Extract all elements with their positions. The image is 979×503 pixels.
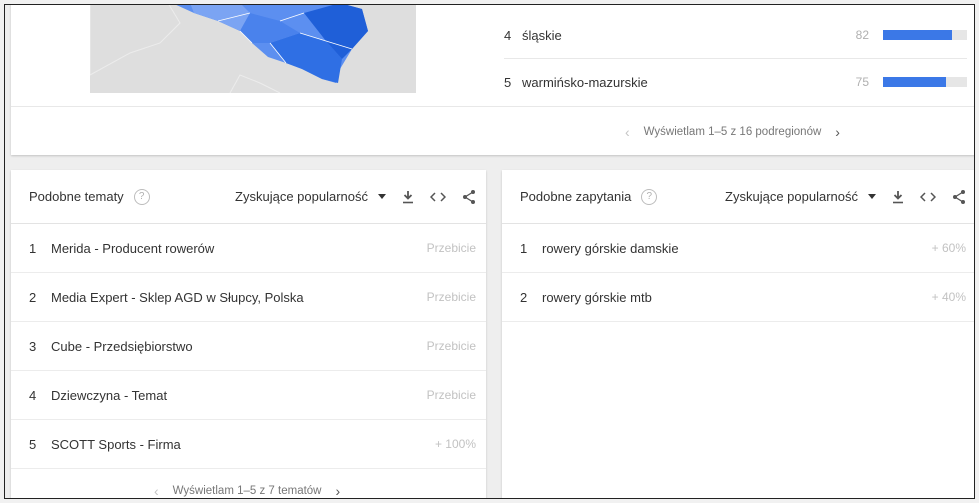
sort-dropdown[interactable]: Zyskujące popularność [235, 189, 386, 204]
item-label: rowery górskie mtb [542, 289, 652, 305]
map-graphic [90, 5, 368, 93]
region-row[interactable]: 5 warmińsko-mazurskie 75 [504, 59, 967, 105]
chevron-right-icon[interactable]: › [335, 484, 340, 498]
item-metric: + 40% [931, 290, 966, 304]
item-label: Media Expert - Sklep AGD w Słupcy, Polsk… [51, 289, 304, 305]
help-icon[interactable]: ? [641, 188, 658, 205]
list-item[interactable]: 5 SCOTT Sports - Firma + 100% [11, 420, 486, 469]
item-label: SCOTT Sports - Firma [51, 436, 181, 452]
region-row[interactable]: 4 śląskie 82 [504, 12, 967, 58]
item-label: rowery górskie damskie [542, 240, 679, 256]
item-rank: 2 [29, 289, 37, 305]
subregion-pager: ‹ Wyświetlam 1–5 z 16 podregionów › [625, 125, 840, 139]
card-title: Podobne tematy [29, 189, 124, 204]
sort-dropdown[interactable]: Zyskujące popularność [725, 189, 876, 204]
divider [11, 106, 974, 107]
page-frame: 4 śląskie 82 5 warmińsko-mazurskie 75 ‹ … [4, 4, 975, 499]
item-rank: 5 [29, 436, 37, 452]
pager-text: Wyświetlam 1–5 z 7 tematów [172, 485, 322, 497]
item-rank: 2 [520, 289, 528, 305]
list-item[interactable]: 2 Media Expert - Sklep AGD w Słupcy, Pol… [11, 273, 486, 322]
share-icon[interactable] [462, 189, 476, 205]
region-bar-fill [883, 77, 946, 87]
chevron-left-icon[interactable]: ‹ [625, 125, 630, 139]
list-item[interactable]: 2 rowery górskie mtb + 40% [502, 273, 974, 322]
list-item[interactable]: 1 rowery górskie damskie + 60% [502, 224, 974, 273]
region-map[interactable] [90, 5, 416, 93]
pager-text: Wyświetlam 1–5 z 16 podregionów [643, 126, 822, 138]
dropdown-arrow-icon [378, 194, 386, 199]
region-bar [883, 30, 967, 40]
list-item[interactable]: 3 Cube - Przedsiębiorstwo Przebicie [11, 322, 486, 371]
region-bar [883, 77, 967, 87]
item-metric: + 100% [434, 437, 476, 451]
chevron-left-icon[interactable]: ‹ [154, 484, 159, 498]
region-rank: 5 [504, 74, 512, 90]
related-queries-card: Podobne zapytania ? Zyskujące popularnoś… [502, 170, 974, 498]
card-header: Podobne tematy ? Zyskujące popularność [11, 170, 486, 224]
item-label: Cube - Przedsiębiorstwo [51, 338, 193, 354]
topics-pager: ‹ Wyświetlam 1–5 z 7 tematów › [154, 484, 340, 498]
item-metric: Przebicie [426, 290, 476, 304]
card-header: Podobne zapytania ? Zyskujące popularnoś… [502, 170, 974, 224]
item-label: Merida - Producent rowerów [51, 240, 215, 256]
region-name: śląskie [522, 27, 562, 43]
subregion-card: 4 śląskie 82 5 warmińsko-mazurskie 75 ‹ … [11, 5, 974, 155]
item-rank: 3 [29, 338, 37, 354]
embed-icon[interactable] [430, 191, 446, 203]
list-item[interactable]: 1 Merida - Producent rowerów Przebicie [11, 224, 486, 273]
embed-icon[interactable] [920, 191, 936, 203]
item-rank: 1 [520, 240, 528, 256]
region-value: 82 [855, 28, 869, 42]
chevron-right-icon[interactable]: › [835, 125, 840, 139]
region-name: warmińsko-mazurskie [522, 74, 648, 90]
item-metric: Przebicie [426, 388, 476, 402]
item-label: Dziewczyna - Temat [51, 387, 168, 403]
card-title: Podobne zapytania [520, 189, 632, 204]
region-bar-fill [883, 30, 952, 40]
item-metric: Przebicie [426, 339, 476, 353]
region-rank: 4 [504, 27, 512, 43]
region-value: 75 [855, 75, 869, 89]
help-icon[interactable]: ? [133, 188, 150, 205]
related-topics-card: Podobne tematy ? Zyskujące popularność 1… [11, 170, 486, 498]
item-metric: Przebicie [426, 241, 476, 255]
item-rank: 1 [29, 240, 37, 256]
dropdown-arrow-icon [868, 194, 876, 199]
sort-label: Zyskujące popularność [235, 189, 368, 204]
item-metric: + 60% [931, 241, 966, 255]
list-item[interactable]: 4 Dziewczyna - Temat Przebicie [11, 371, 486, 420]
share-icon[interactable] [952, 189, 966, 205]
item-rank: 4 [29, 387, 37, 403]
download-icon[interactable] [402, 190, 414, 204]
sort-label: Zyskujące popularność [725, 189, 858, 204]
download-icon[interactable] [892, 190, 904, 204]
